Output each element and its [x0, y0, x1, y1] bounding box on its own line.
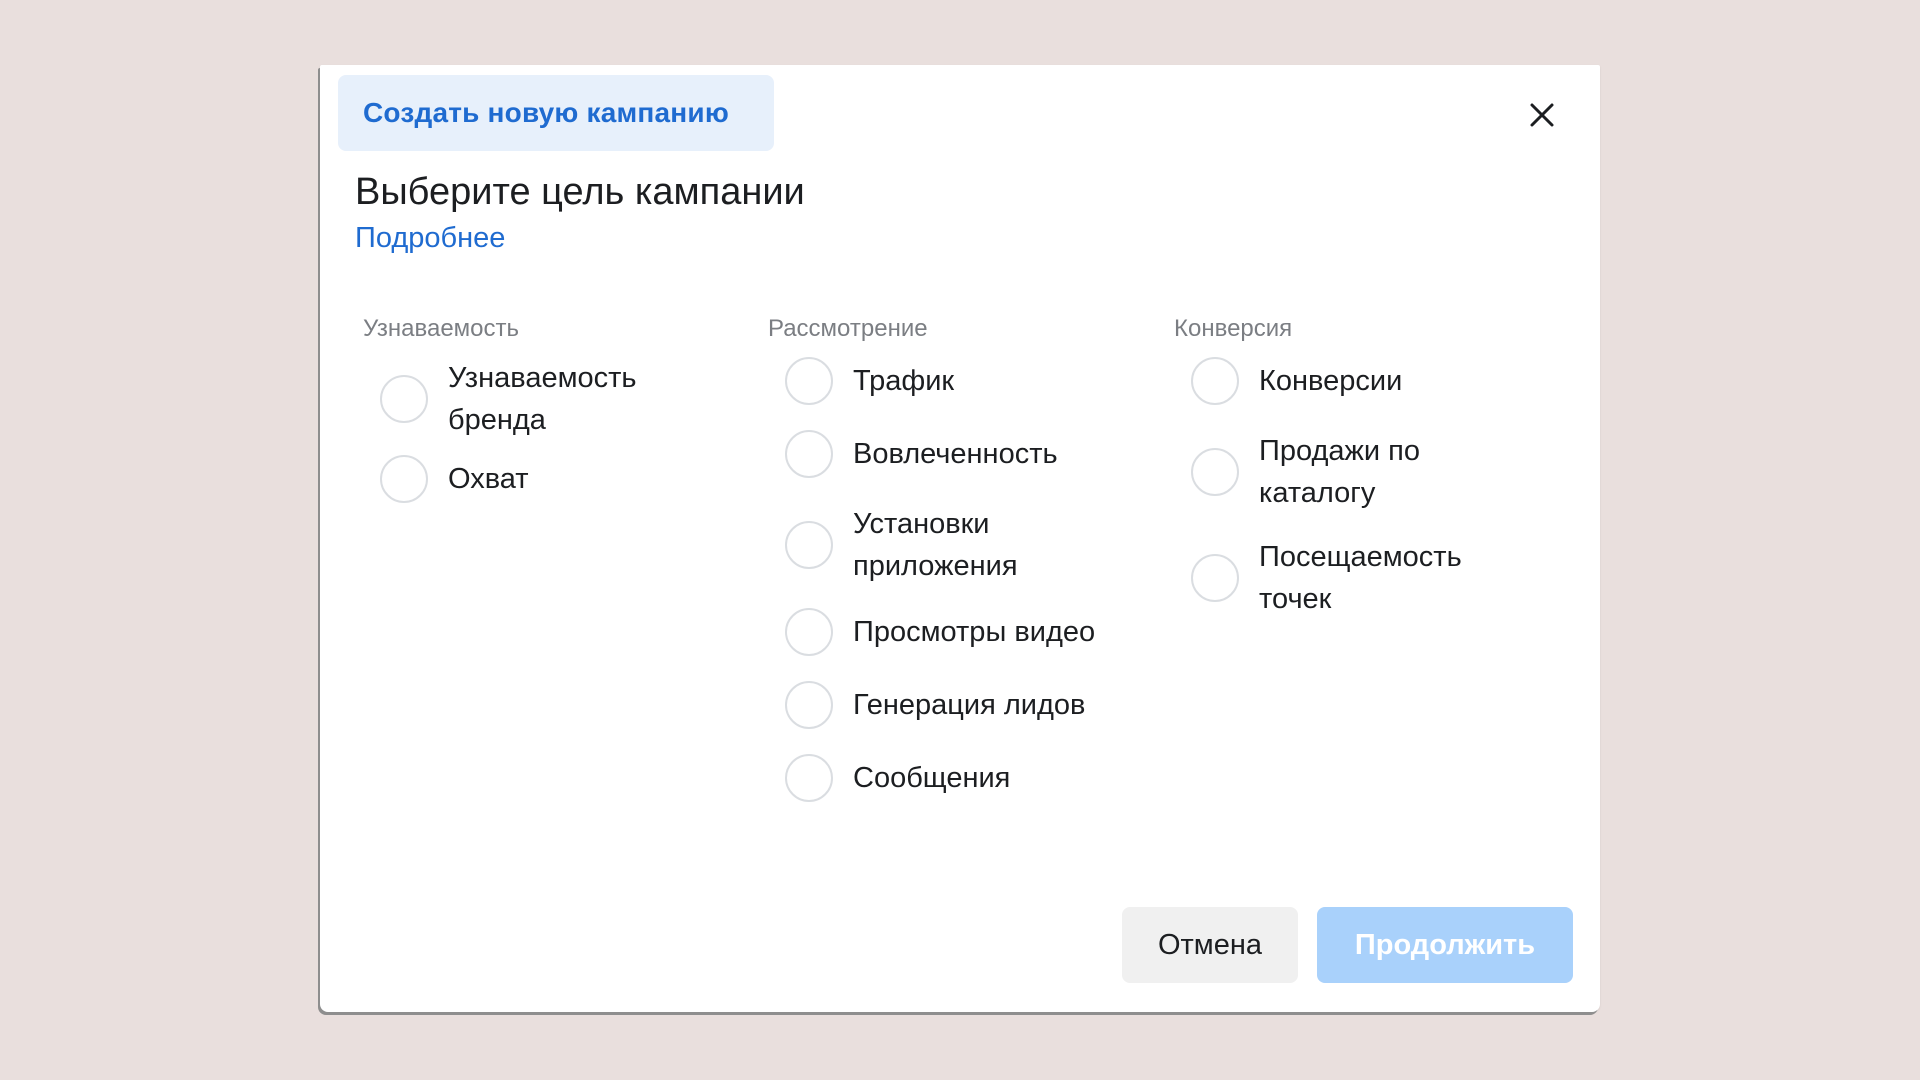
radio-button[interactable] [785, 521, 833, 569]
dialog-tab: Создать новую кампанию [338, 75, 774, 151]
column-heading: Конверсия [1174, 315, 1293, 342]
option-messages[interactable]: Сообщения [760, 754, 1140, 802]
option-conversions[interactable]: Конверсии [1166, 357, 1546, 405]
option-engagement[interactable]: Вовлеченность [760, 430, 1140, 478]
radio-button[interactable] [1191, 554, 1239, 602]
option-lead-generation[interactable]: Генерация лидов [760, 681, 1140, 729]
radio-button[interactable] [785, 608, 833, 656]
option-reach[interactable]: Охват [355, 455, 735, 503]
option-label: Конверсии [1259, 365, 1403, 397]
column-consideration: Рассмотрение Трафик Вовлеченность Устано… [760, 315, 1140, 802]
campaign-objective-dialog: Создать новую кампанию Выберите цель кам… [320, 65, 1600, 1012]
radio-button[interactable] [785, 754, 833, 802]
option-video-views[interactable]: Просмотры видео [760, 608, 1140, 656]
option-label: Просмотры видео [853, 616, 1096, 648]
option-brand-awareness[interactable]: Узнаваемость бренда [355, 357, 735, 441]
option-label: Посещаемость точек [1259, 541, 1462, 615]
cancel-button[interactable]: Отмена [1122, 907, 1298, 983]
dialog-heading: Выберите цель кампании [355, 171, 805, 213]
continue-button[interactable]: Продолжить [1317, 907, 1573, 983]
option-label: Вовлеченность [853, 438, 1058, 470]
option-label: Сообщения [853, 762, 1011, 794]
radio-button[interactable] [380, 375, 428, 423]
option-store-traffic[interactable]: Посещаемость точек [1166, 536, 1546, 620]
radio-button[interactable] [1191, 448, 1239, 496]
radio-button[interactable] [785, 681, 833, 729]
column-heading: Рассмотрение [768, 315, 928, 342]
dialog-tab-title: Создать новую кампанию [363, 97, 729, 128]
option-label: Продажи по каталогу [1259, 435, 1421, 509]
option-label: Узнаваемость бренда [448, 362, 637, 436]
radio-button[interactable] [1191, 357, 1239, 405]
radio-button[interactable] [380, 455, 428, 503]
close-icon [1530, 103, 1554, 127]
option-app-installs[interactable]: Установки приложения [760, 503, 1140, 587]
option-label: Охват [448, 463, 529, 495]
option-label: Установки приложения [853, 508, 1018, 582]
radio-button[interactable] [785, 430, 833, 478]
close-button[interactable] [1522, 95, 1562, 135]
learn-more-link[interactable]: Подробнее [355, 222, 505, 255]
option-traffic[interactable]: Трафик [760, 357, 1140, 405]
option-label: Трафик [853, 365, 955, 397]
column-awareness: Узнаваемость Узнаваемость бренда Охват [355, 315, 735, 503]
radio-button[interactable] [785, 357, 833, 405]
column-conversion: Конверсия Конверсии Продажи по каталогу … [1166, 315, 1546, 620]
column-heading: Узнаваемость [363, 315, 520, 342]
option-catalog-sales[interactable]: Продажи по каталогу [1166, 430, 1546, 514]
option-label: Генерация лидов [853, 689, 1086, 721]
